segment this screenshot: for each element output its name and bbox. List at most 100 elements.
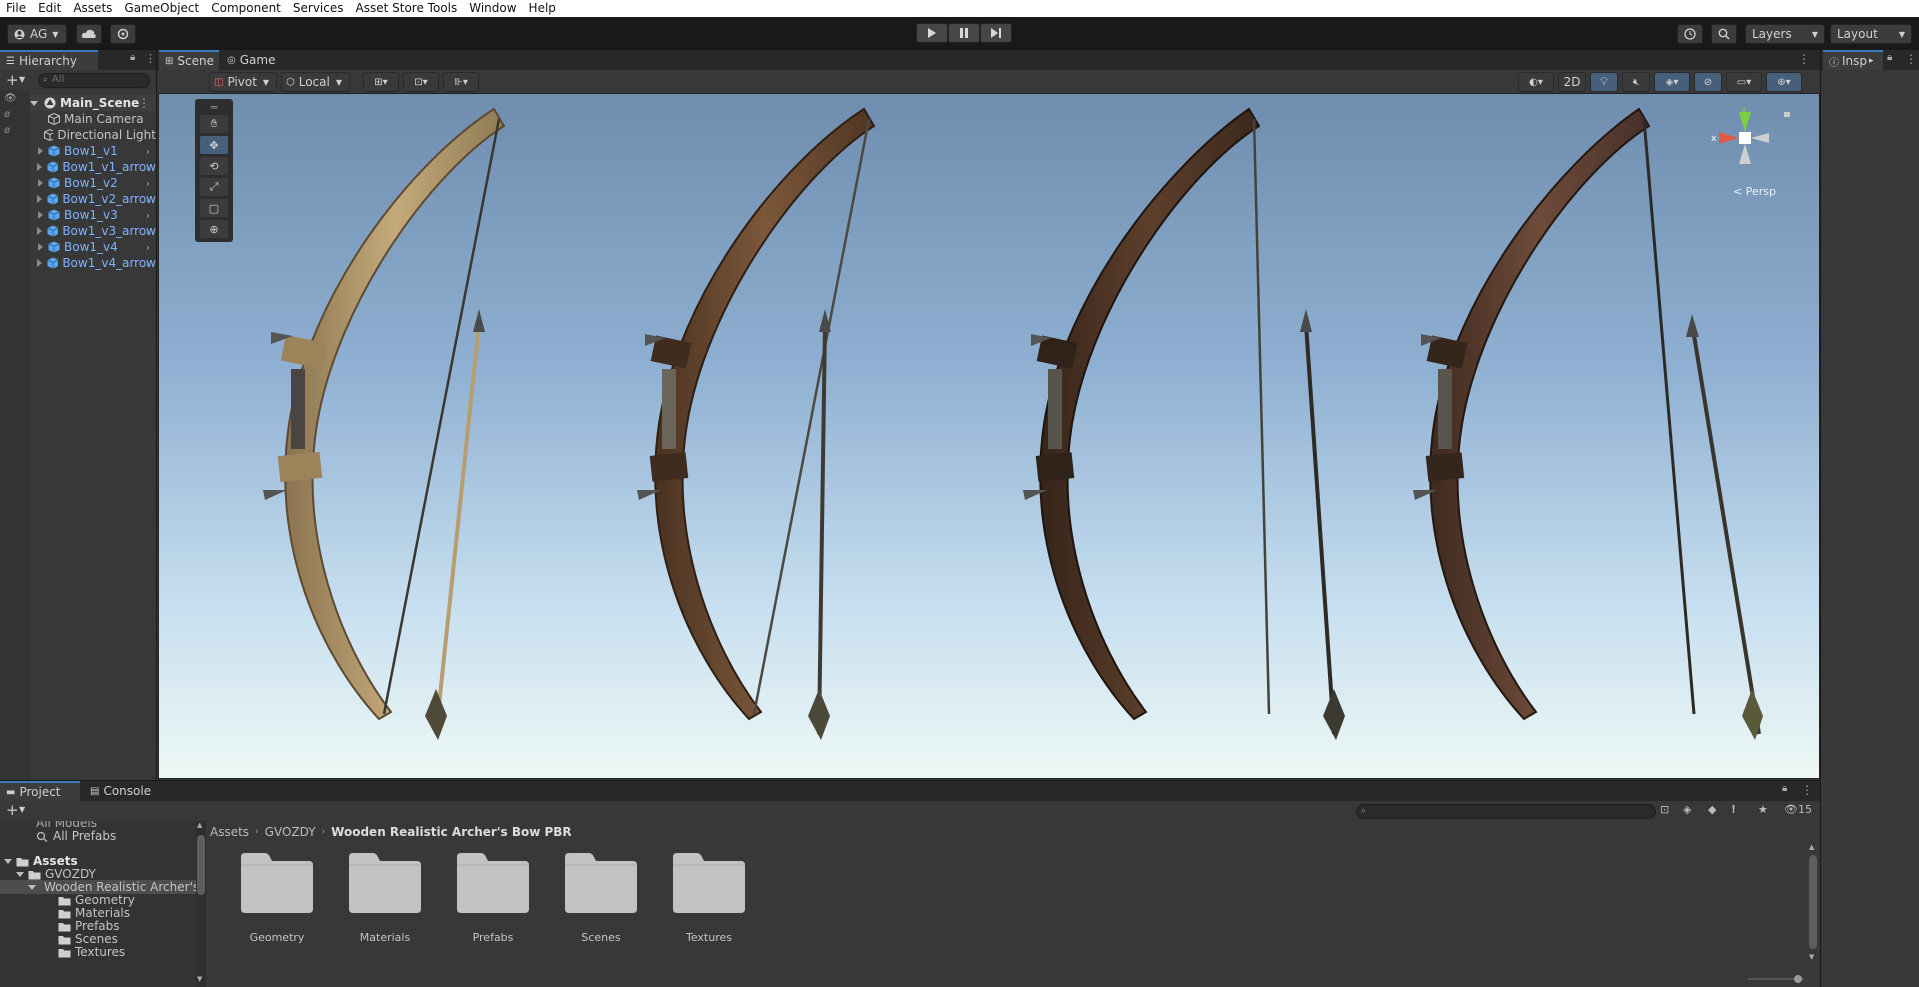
step-button[interactable] bbox=[980, 23, 1012, 43]
hierarchy-search-input[interactable]: ⌕ All bbox=[38, 73, 150, 88]
menu-help[interactable]: Help bbox=[523, 0, 562, 17]
icon-size-slider[interactable] bbox=[1748, 975, 1804, 983]
lock-icon[interactable]: 🔒︎ bbox=[1887, 52, 1892, 63]
tab-game[interactable]: ◎ Game bbox=[221, 50, 285, 70]
increment-snap-button[interactable]: ⊪▾ bbox=[443, 72, 479, 92]
scene-visibility-button[interactable]: ⊘ bbox=[1694, 72, 1722, 92]
open-prefab-chevron-icon[interactable]: › bbox=[146, 177, 150, 190]
hierarchy-item[interactable]: Main Camera bbox=[30, 111, 156, 127]
tree-item[interactable]: Prefabs bbox=[0, 919, 196, 933]
menu-services[interactable]: Services bbox=[287, 0, 350, 17]
hierarchy-item[interactable]: Directional Light bbox=[30, 127, 156, 143]
expand-arrow-icon[interactable] bbox=[38, 211, 43, 219]
folder-tile[interactable]: Geometry bbox=[232, 849, 322, 967]
camera-settings-button[interactable]: ▭▾ bbox=[1726, 72, 1762, 92]
eye-icon[interactable]: 👁︎ bbox=[4, 93, 17, 104]
layers-dropdown[interactable]: Layers ▼ bbox=[1745, 24, 1825, 44]
folder-tile[interactable]: Textures bbox=[664, 849, 754, 967]
hidden-count-badge[interactable]: 👁︎15 bbox=[1784, 803, 1812, 816]
hidden-eye-icon[interactable]: ø bbox=[4, 125, 10, 136]
move-tool-icon[interactable]: ✥ bbox=[200, 136, 228, 154]
scroll-down-icon[interactable]: ▼ bbox=[1809, 953, 1814, 961]
open-prefab-chevron-icon[interactable]: › bbox=[146, 161, 150, 174]
chevron-down-icon[interactable]: ▼ bbox=[19, 75, 25, 84]
audio-toggle-button[interactable]: 🔇︎ bbox=[1622, 72, 1650, 92]
open-prefab-chevron-icon[interactable]: › bbox=[146, 209, 150, 222]
hierarchy-item[interactable]: Bow1_v3_arrow › bbox=[30, 223, 156, 239]
scale-tool-icon[interactable]: ⤢ bbox=[200, 178, 228, 196]
projection-label[interactable]: < Persp bbox=[1733, 185, 1776, 198]
open-prefab-chevron-icon[interactable]: › bbox=[146, 241, 150, 254]
menu-component[interactable]: Component bbox=[205, 0, 287, 17]
scroll-up-icon[interactable]: ▲ bbox=[1809, 843, 1814, 851]
folder-tile[interactable]: Scenes bbox=[556, 849, 646, 967]
bow1-v4[interactable] bbox=[1413, 107, 1763, 740]
tab-project[interactable]: ▬ Project bbox=[0, 781, 80, 801]
tab-scene[interactable]: ⊞ Scene bbox=[159, 50, 219, 70]
tree-item[interactable]: Wooden Realistic Archer's Bow PBR bbox=[0, 880, 206, 894]
breadcrumb-current[interactable]: Wooden Realistic Archer's Bow PBR bbox=[331, 825, 571, 839]
hierarchy-item[interactable]: Bow1_v3 › bbox=[30, 207, 156, 223]
menu-gameobject[interactable]: GameObject bbox=[118, 0, 205, 17]
hierarchy-item[interactable]: Bow1_v2 › bbox=[30, 175, 156, 191]
expand-arrow-icon[interactable] bbox=[37, 259, 43, 267]
scene-viewport[interactable]: y x < Persp bbox=[158, 93, 1820, 779]
tab-hierarchy[interactable]: ☰ Hierarchy bbox=[0, 50, 98, 70]
hierarchy-item[interactable]: Bow1_v4 › bbox=[30, 239, 156, 255]
hierarchy-item[interactable]: Bow1_v4_arrow › bbox=[30, 255, 156, 271]
tree-item[interactable]: Assets bbox=[0, 854, 196, 868]
tab-inspector[interactable]: ⓘ Insp ▸ bbox=[1823, 50, 1883, 70]
expand-arrow-icon[interactable] bbox=[37, 195, 43, 203]
expand-arrow-icon[interactable] bbox=[38, 243, 43, 251]
menu-file[interactable]: File bbox=[0, 0, 32, 17]
chevron-down-icon[interactable]: ▼ bbox=[19, 805, 25, 814]
2d-toggle-button[interactable]: 2D bbox=[1558, 72, 1586, 92]
rect-tool-icon[interactable]: ▢ bbox=[200, 199, 228, 217]
tree-item[interactable]: Materials bbox=[0, 906, 196, 920]
history-button[interactable] bbox=[1677, 24, 1703, 44]
more-options-icon[interactable]: ⋮ bbox=[1801, 783, 1813, 797]
lock-icon[interactable]: 🔒︎ bbox=[1782, 783, 1787, 794]
tab-console[interactable]: ▤ Console bbox=[84, 781, 164, 801]
gizmos-button[interactable]: ⊕▾ bbox=[1766, 72, 1802, 92]
filter-by-label-icon[interactable]: ◆ bbox=[1708, 803, 1716, 816]
lock-icon[interactable]: 🔒︎ bbox=[130, 52, 135, 63]
tree-item[interactable]: All Prefabs bbox=[0, 829, 196, 843]
open-prefab-chevron-icon[interactable]: › bbox=[146, 257, 150, 270]
expand-arrow-icon[interactable] bbox=[28, 884, 36, 890]
menu-window[interactable]: Window bbox=[463, 0, 522, 17]
more-options-icon[interactable]: ⋮ bbox=[1905, 52, 1917, 66]
project-search-input[interactable]: ⌕ bbox=[1356, 804, 1656, 819]
expand-arrow-icon[interactable] bbox=[37, 163, 43, 171]
add-icon[interactable]: + bbox=[6, 71, 19, 89]
expand-arrow-icon[interactable] bbox=[38, 179, 43, 187]
filter-by-type-icon[interactable]: ◈ bbox=[1683, 803, 1691, 816]
account-dropdown[interactable]: AG ▼ bbox=[7, 24, 67, 44]
expand-arrow-icon[interactable] bbox=[30, 100, 38, 106]
rotate-tool-icon[interactable]: ⟲ bbox=[200, 157, 228, 175]
more-options-icon[interactable]: ⋮ bbox=[145, 52, 156, 65]
folder-tile[interactable]: Prefabs bbox=[448, 849, 538, 967]
scene-root-row[interactable]: Main_Scene ⋮ bbox=[30, 95, 156, 111]
more-options-icon[interactable]: ⋮ bbox=[138, 96, 150, 110]
effects-toggle-button[interactable]: ◈▾ bbox=[1654, 72, 1690, 92]
more-options-icon[interactable]: ⋮ bbox=[1798, 52, 1810, 66]
layout-dropdown[interactable]: Layout ▼ bbox=[1830, 24, 1912, 44]
add-icon[interactable]: + bbox=[6, 801, 19, 819]
tree-item[interactable]: GVOZDY bbox=[0, 867, 196, 881]
breadcrumb-assets[interactable]: Assets bbox=[210, 825, 249, 839]
draw-mode-button[interactable]: ◐▾ bbox=[1518, 72, 1554, 92]
palette-handle-icon[interactable]: ═ bbox=[200, 101, 228, 114]
expand-arrow-icon[interactable] bbox=[38, 147, 43, 155]
collab-settings-button[interactable] bbox=[110, 24, 136, 44]
hierarchy-item[interactable]: Bow1_v1_arrow › bbox=[30, 159, 156, 175]
grid-visibility-button[interactable]: ⊡▾ bbox=[403, 72, 439, 92]
slider-thumb[interactable] bbox=[1794, 975, 1802, 983]
local-dropdown[interactable]: ⬡ Local ▼ bbox=[281, 72, 350, 92]
expand-arrow-icon[interactable] bbox=[4, 858, 12, 864]
menu-assets[interactable]: Assets bbox=[67, 0, 118, 17]
tree-item[interactable]: Textures bbox=[0, 945, 196, 959]
scroll-up-icon[interactable]: ▲ bbox=[197, 821, 202, 829]
hierarchy-item[interactable]: Bow1_v1 › bbox=[30, 143, 156, 159]
scene-orientation-gizmo[interactable]: y x < Persp bbox=[1711, 105, 1811, 201]
